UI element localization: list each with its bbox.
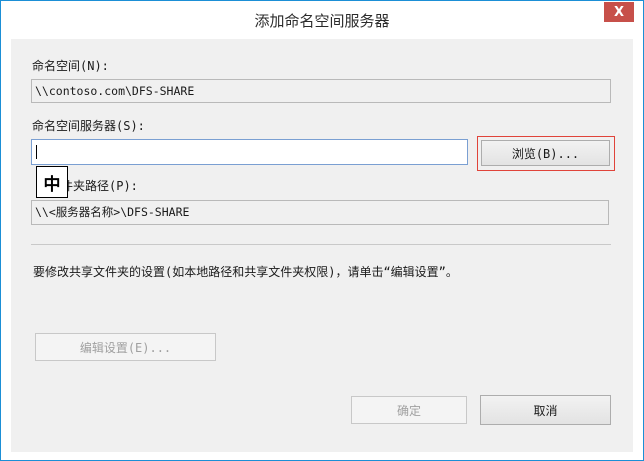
namespace-field: \\contoso.com\DFS-SHARE	[31, 79, 611, 103]
ok-button[interactable]: 确定	[351, 396, 467, 424]
shared-folder-path-field: \\<服务器名称>\DFS-SHARE	[31, 200, 609, 225]
shared-folder-path-label: 件夹路径(P):	[61, 179, 138, 193]
dialog-window: 添加命名空间服务器 X 命名空间(N): \\contoso.com\DFS-S…	[0, 0, 644, 461]
namespace-server-label: 命名空间服务器(S):	[32, 119, 145, 133]
separator-line	[31, 244, 611, 245]
dialog-body: 命名空间(N): \\contoso.com\DFS-SHARE 命名空间服务器…	[11, 39, 633, 452]
edit-settings-button[interactable]: 编辑设置(E)...	[35, 333, 216, 361]
text-caret	[36, 145, 37, 159]
info-text: 要修改共享文件夹的设置(如本地路径和共享文件夹权限)，请单击“编辑设置”。	[33, 265, 458, 279]
namespace-label: 命名空间(N):	[32, 59, 109, 73]
namespace-server-input[interactable]	[31, 139, 468, 165]
browse-button[interactable]: 浏览(B)...	[481, 140, 610, 166]
close-button[interactable]: X	[604, 2, 634, 22]
ime-chinese-mode-indicator: 中	[36, 166, 68, 198]
cancel-button[interactable]: 取消	[480, 395, 611, 425]
dialog-title: 添加命名空间服务器	[254, 12, 390, 30]
close-icon: X	[613, 4, 625, 20]
title-bar[interactable]: 添加命名空间服务器 X	[1, 1, 643, 39]
